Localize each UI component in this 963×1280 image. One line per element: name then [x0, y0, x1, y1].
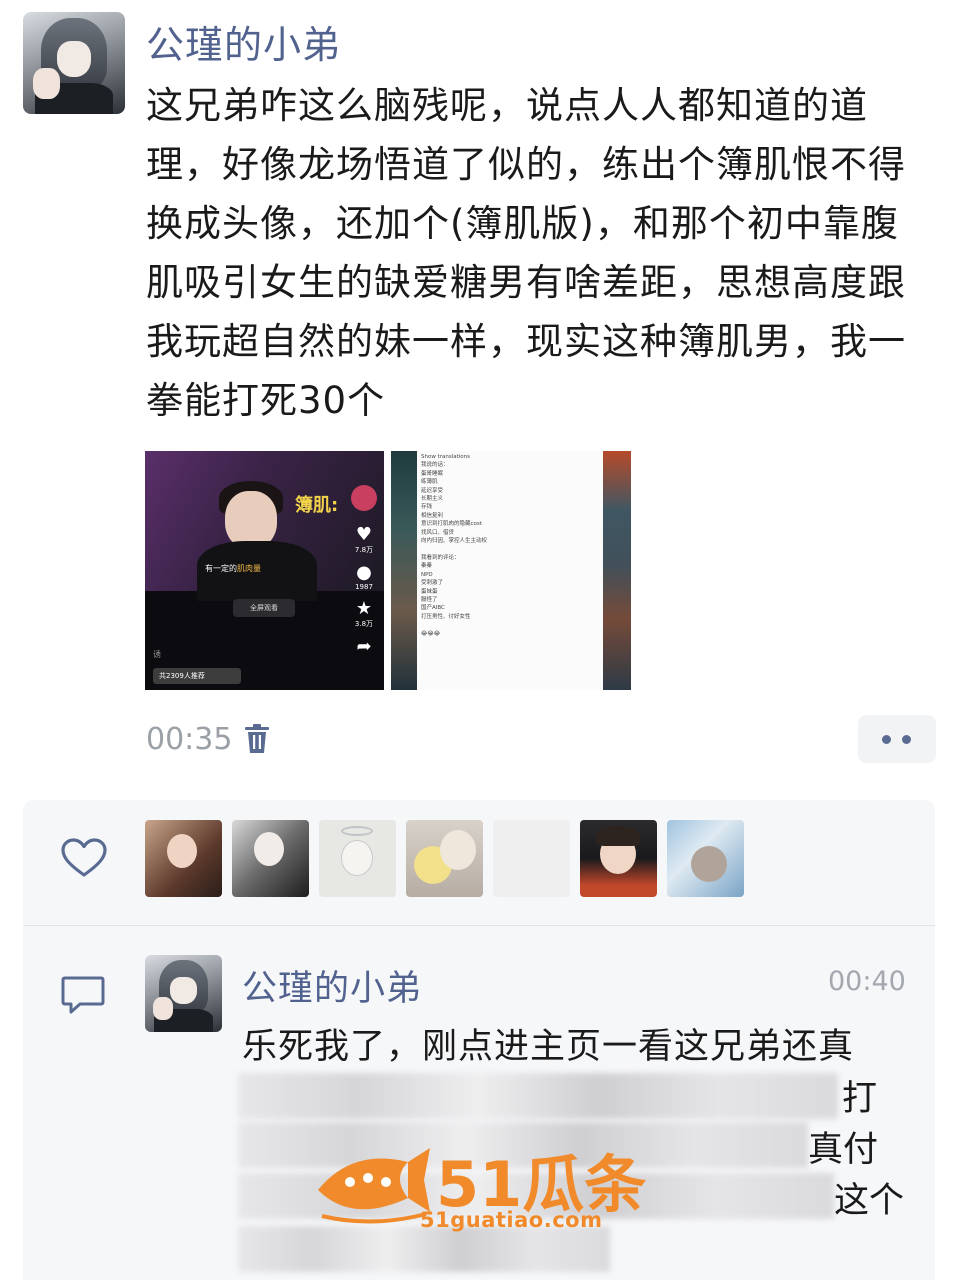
comment-text-tail: 真付	[808, 1130, 879, 1170]
video-tag-text: 簿肌:	[295, 495, 339, 516]
post-author-name[interactable]: 公瑾的小弟	[146, 14, 341, 69]
post-text: 这兄弟咋这么脑残呢，说点人人都知道的道理，好像龙场悟道了似的，练出个簿肌恨不得换…	[146, 84, 906, 422]
dot-icon	[902, 735, 911, 744]
video-mark-text: 诱	[153, 650, 161, 659]
liker-avatar[interactable]	[493, 820, 570, 897]
comment-text: 乐死我了，刚点进主页一看这兄弟还真	[242, 1027, 855, 1067]
video-favorites-count: 3.8万	[354, 620, 374, 628]
comment-bubble-icon: ●	[356, 562, 372, 583]
video-subtitle: 有一定的肌肉量	[205, 564, 261, 573]
liker-avatar[interactable]	[580, 820, 657, 897]
share-arrow-icon: ➦	[356, 636, 372, 657]
video-fullscreen-label: 全屏观看	[233, 599, 295, 617]
liker-avatar[interactable]	[232, 820, 309, 897]
comment-author-name[interactable]: 公瑾的小弟	[242, 960, 422, 1011]
video-side-actions: ♥ 7.8万 ● 1987 ★ 3.8万 ➦	[350, 485, 378, 657]
video-author-avatar	[351, 485, 377, 511]
heart-icon: ♥	[355, 524, 373, 545]
star-icon: ★	[355, 598, 373, 619]
blurred-comment-text	[238, 1073, 838, 1119]
more-actions-button[interactable]	[858, 715, 936, 763]
comment-icon	[61, 976, 105, 1014]
comment-text-tail: 这个	[834, 1181, 905, 1221]
watermark-url: 51guatiao.com	[420, 1208, 603, 1232]
doc-photo-edge-left	[391, 451, 417, 690]
liker-avatar[interactable]	[667, 820, 744, 897]
comment-author-avatar[interactable]	[145, 955, 222, 1032]
doc-photo-edge-right	[603, 451, 631, 690]
video-comments-count: 1987	[355, 583, 373, 591]
liker-avatar[interactable]	[406, 820, 483, 897]
post-author-avatar[interactable]	[23, 12, 125, 114]
panel-divider	[23, 925, 935, 926]
doc-text-lines: Show translations 我说的话： 蛋哥睡眠 练薄肌 延迟享受 长期…	[421, 454, 488, 637]
dot-icon	[882, 735, 891, 744]
video-recommend-badge: 共2309人推荐	[153, 668, 241, 684]
comment-text-tail: 打	[842, 1079, 878, 1119]
post-image-text-screenshot[interactable]: Show translations 我说的话： 蛋哥睡眠 练薄肌 延迟享受 长期…	[391, 451, 631, 690]
post-image-video-screenshot[interactable]: 簿肌: 有一定的肌肉量 全屏观看 ♥ 7.8万 ● 1987 ★ 3.8万 ➦ …	[145, 451, 384, 690]
trash-icon[interactable]	[244, 724, 270, 754]
comment-time: 00:40	[828, 966, 906, 997]
heart-outline-icon	[61, 838, 107, 877]
liker-avatar[interactable]	[319, 820, 396, 897]
liker-avatar[interactable]	[145, 820, 222, 897]
post-time: 00:35	[146, 722, 233, 757]
video-likes-count: 7.8万	[354, 546, 374, 554]
